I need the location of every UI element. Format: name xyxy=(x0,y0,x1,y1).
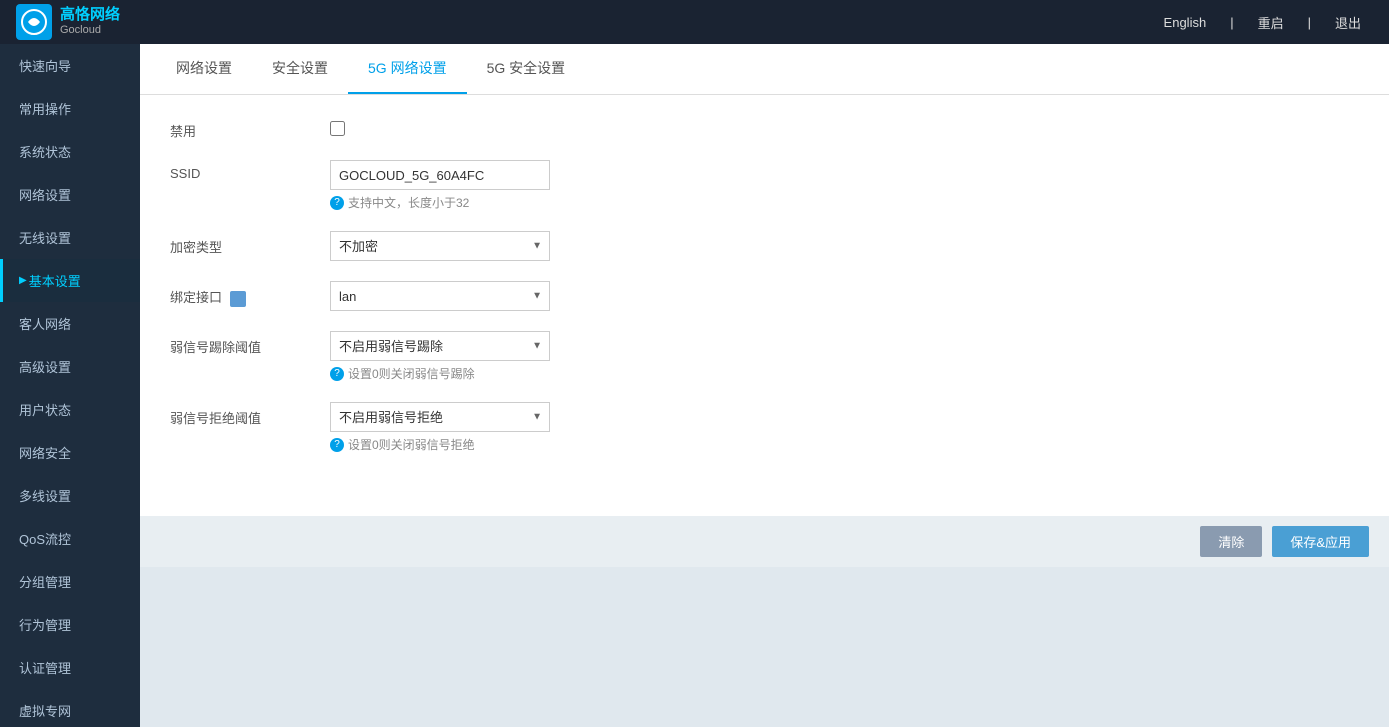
sidebar-item-label: 行为管理 xyxy=(19,615,71,634)
sidebar-item-label: QoS流控 xyxy=(19,529,71,548)
sidebar-item-auth-mgmt[interactable]: 认证管理 xyxy=(0,646,140,689)
tab-5g-security-settings[interactable]: 5G 安全设置 xyxy=(467,44,586,94)
sidebar-item-label: 认证管理 xyxy=(19,658,71,677)
clear-button[interactable]: 清除 xyxy=(1200,526,1262,557)
tab-security-settings[interactable]: 安全设置 xyxy=(252,44,348,94)
sidebar-item-user-status[interactable]: 用户状态 xyxy=(0,388,140,431)
weak-kick-select-wrapper: 不启用弱信号踢除 -65 dBm -70 dBm ▼ xyxy=(330,331,550,361)
encrypt-select-wrapper: 不加密 WPA WPA2 ▼ xyxy=(330,231,550,261)
main-layout: 快速向导常用操作系统状态网络设置无线设置▶基本设置客人网络高级设置用户状态网络安… xyxy=(0,44,1389,727)
weak-kick-select[interactable]: 不启用弱信号踢除 -65 dBm -70 dBm xyxy=(330,331,550,361)
save-button[interactable]: 保存&应用 xyxy=(1272,526,1369,557)
tab-5g-network-settings[interactable]: 5G 网络设置 xyxy=(348,44,467,94)
weak-reject-select-wrapper: 不启用弱信号拒绝 -65 dBm -70 dBm ▼ xyxy=(330,402,550,432)
ssid-label: SSID xyxy=(170,160,330,181)
logout-button[interactable]: 退出 xyxy=(1323,13,1373,32)
form-area: 禁用 SSID ? 支持中文，长度小于32 加密类型 xyxy=(140,95,1389,516)
sidebar-item-label: 多线设置 xyxy=(19,486,71,505)
ssid-input[interactable] xyxy=(330,160,550,190)
sidebar-active-arrow: ▶ xyxy=(19,275,27,286)
tab-network-settings[interactable]: 网络设置 xyxy=(156,44,252,94)
logo-main: 高恪网络 xyxy=(60,6,120,24)
weak-reject-control: 不启用弱信号拒绝 -65 dBm -70 dBm ▼ ? 设置0则关闭弱信号拒绝 xyxy=(330,402,1359,453)
header-right: English | 重启 | 退出 xyxy=(1152,13,1373,32)
bind-interface-label: 绑定接口 xyxy=(170,281,330,307)
bind-interface-control: lan wan ▼ xyxy=(330,281,1359,311)
bind-interface-icon xyxy=(230,291,246,307)
ssid-hint-icon: ? xyxy=(330,196,344,210)
weak-reject-hint-icon: ? xyxy=(330,438,344,452)
disable-label: 禁用 xyxy=(170,115,330,140)
sidebar-item-label: 无线设置 xyxy=(19,228,71,247)
encrypt-row: 加密类型 不加密 WPA WPA2 ▼ xyxy=(170,231,1359,261)
encrypt-control: 不加密 WPA WPA2 ▼ xyxy=(330,231,1359,261)
sidebar-item-label: 网络设置 xyxy=(19,185,71,204)
sidebar-item-vpn[interactable]: 虚拟专网 xyxy=(0,689,140,727)
tabs-bar: 网络设置安全设置5G 网络设置5G 安全设置 xyxy=(140,44,1389,95)
sidebar-item-label: 网络安全 xyxy=(19,443,71,462)
content-area: 网络设置安全设置5G 网络设置5G 安全设置 禁用 SSID ? 支持中文，长度… xyxy=(140,44,1389,727)
logo: 高恪网络 Gocloud xyxy=(16,4,120,40)
weak-kick-control: 不启用弱信号踢除 -65 dBm -70 dBm ▼ ? 设置0则关闭弱信号踢除 xyxy=(330,331,1359,382)
sidebar-item-qos[interactable]: QoS流控 xyxy=(0,517,140,560)
bottom-section xyxy=(140,567,1389,727)
weak-kick-label: 弱信号踢除阈值 xyxy=(170,331,330,356)
sidebar-item-advanced-settings[interactable]: 高级设置 xyxy=(0,345,140,388)
sidebar-item-multi-line[interactable]: 多线设置 xyxy=(0,474,140,517)
disable-row: 禁用 xyxy=(170,115,1359,140)
ssid-control: ? 支持中文，长度小于32 xyxy=(330,160,1359,211)
sidebar-item-label: 高级设置 xyxy=(19,357,71,376)
weak-reject-hint: ? 设置0则关闭弱信号拒绝 xyxy=(330,436,1359,453)
language-button[interactable]: English xyxy=(1152,15,1219,30)
sidebar-item-label: 虚拟专网 xyxy=(19,701,71,720)
weak-kick-hint: ? 设置0则关闭弱信号踢除 xyxy=(330,365,1359,382)
ssid-hint: ? 支持中文，长度小于32 xyxy=(330,194,1359,211)
weak-reject-label: 弱信号拒绝阈值 xyxy=(170,402,330,427)
sidebar-item-label: 常用操作 xyxy=(19,99,71,118)
sidebar-item-label: 基本设置 xyxy=(29,271,81,290)
sidebar-item-basic-settings[interactable]: ▶基本设置 xyxy=(0,259,140,302)
divider1: | xyxy=(1218,15,1245,30)
weak-kick-hint-icon: ? xyxy=(330,367,344,381)
weak-reject-row: 弱信号拒绝阈值 不启用弱信号拒绝 -65 dBm -70 dBm ▼ ? 设置0… xyxy=(170,402,1359,453)
ssid-hint-text: 支持中文，长度小于32 xyxy=(348,194,469,211)
sidebar-item-group-mgmt[interactable]: 分组管理 xyxy=(0,560,140,603)
ssid-row: SSID ? 支持中文，长度小于32 xyxy=(170,160,1359,211)
bind-interface-select[interactable]: lan wan xyxy=(330,281,550,311)
divider2: | xyxy=(1296,15,1323,30)
sidebar-item-network-security[interactable]: 网络安全 xyxy=(0,431,140,474)
sidebar-item-label: 分组管理 xyxy=(19,572,71,591)
sidebar-item-label: 快速向导 xyxy=(19,56,71,75)
logo-text: 高恪网络 Gocloud xyxy=(60,6,120,37)
sidebar-item-behavior-mgmt[interactable]: 行为管理 xyxy=(0,603,140,646)
sidebar-item-guest-network[interactable]: 客人网络 xyxy=(0,302,140,345)
sidebar-item-label: 客人网络 xyxy=(19,314,71,333)
bind-interface-label-text: 绑定接口 xyxy=(170,290,222,305)
sidebar-item-network-settings[interactable]: 网络设置 xyxy=(0,173,140,216)
header: 高恪网络 Gocloud English | 重启 | 退出 xyxy=(0,0,1389,44)
encrypt-select[interactable]: 不加密 WPA WPA2 xyxy=(330,231,550,261)
bind-interface-row: 绑定接口 lan wan ▼ xyxy=(170,281,1359,311)
sidebar-item-label: 用户状态 xyxy=(19,400,71,419)
sidebar: 快速向导常用操作系统状态网络设置无线设置 ▶基本设置客人网络高级设置用户状态网络安… xyxy=(0,44,140,727)
encrypt-label: 加密类型 xyxy=(170,231,330,256)
weak-kick-row: 弱信号踢除阈值 不启用弱信号踢除 -65 dBm -70 dBm ▼ ? 设置0… xyxy=(170,331,1359,382)
reset-button[interactable]: 重启 xyxy=(1246,13,1296,32)
disable-control xyxy=(330,115,1359,139)
sidebar-item-wireless-settings[interactable]: 无线设置 xyxy=(0,216,140,259)
sidebar-item-system-status[interactable]: 系统状态 xyxy=(0,130,140,173)
weak-reject-hint-text: 设置0则关闭弱信号拒绝 xyxy=(348,436,475,453)
sidebar-item-quick-guide[interactable]: 快速向导 xyxy=(0,44,140,87)
disable-checkbox[interactable] xyxy=(330,121,345,136)
sidebar-item-label: 系统状态 xyxy=(19,142,71,161)
logo-icon xyxy=(16,4,52,40)
weak-kick-hint-text: 设置0则关闭弱信号踢除 xyxy=(348,365,475,382)
weak-reject-select[interactable]: 不启用弱信号拒绝 -65 dBm -70 dBm xyxy=(330,402,550,432)
sidebar-item-common-ops[interactable]: 常用操作 xyxy=(0,87,140,130)
action-bar: 清除 保存&应用 xyxy=(140,516,1389,567)
bind-interface-select-wrapper: lan wan ▼ xyxy=(330,281,550,311)
logo-sub: Gocloud xyxy=(60,24,120,37)
